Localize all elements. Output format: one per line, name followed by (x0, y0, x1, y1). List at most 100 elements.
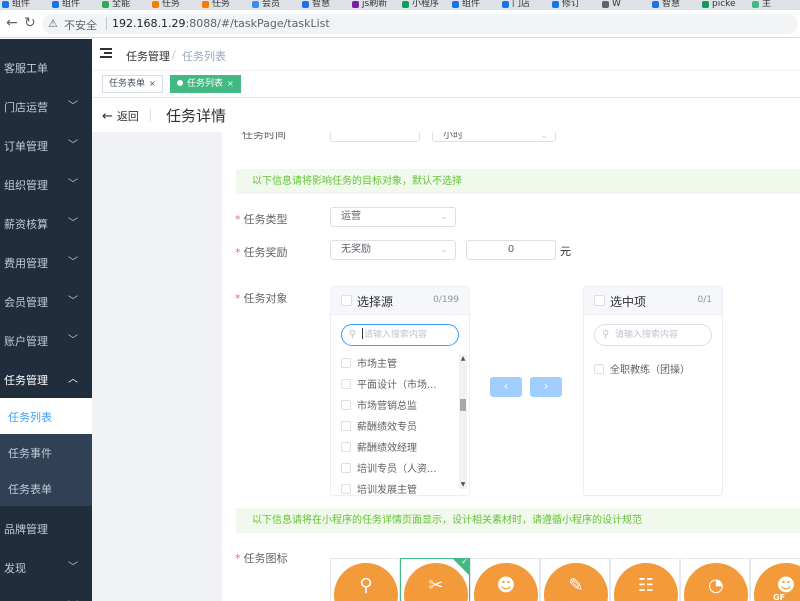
source-list-scrollbar[interactable]: ▲ ▼ (459, 355, 467, 489)
icon-option[interactable]: ✂ ✓ (400, 558, 470, 601)
target-search-input[interactable]: ⚲ 请输入搜索内容 (594, 324, 712, 346)
browser-tab[interactable]: picke (702, 0, 750, 10)
browser-tab[interactable]: 任务 (202, 0, 250, 10)
sidebar-item[interactable]: 费用管理 ﹀ (0, 242, 92, 281)
sidebar-item[interactable]: 品牌管理 (0, 508, 92, 547)
sidebar-item[interactable]: 商品管理﹀ (0, 586, 92, 601)
chevron-down-icon: ﹀ (68, 179, 78, 190)
scroll-up-icon[interactable]: ▲ (459, 355, 467, 363)
list-item-checkbox[interactable] (341, 400, 351, 410)
list-item[interactable]: 薪酬绩效经理 (341, 439, 417, 460)
list-item-checkbox[interactable] (341, 442, 351, 452)
tab-favicon-icon (52, 1, 59, 8)
move-right-button[interactable]: › (530, 377, 562, 397)
chevron-down-icon: ﹀ (68, 218, 78, 229)
url-omnibox[interactable]: ⚠ 不安全 192.168.1.29:8088/#/taskPage/taskL… (42, 14, 798, 34)
list-item-checkbox[interactable] (341, 358, 351, 368)
list-item-checkbox[interactable] (341, 379, 351, 389)
source-select-all-checkbox[interactable] (341, 295, 352, 306)
browser-tab[interactable]: 主 (752, 0, 800, 10)
close-icon[interactable]: × (149, 79, 156, 88)
sidebar-item[interactable]: 客服工单 (0, 47, 92, 86)
browser-tab-label: 小程序 (412, 0, 440, 9)
sidebar-item[interactable]: 组织管理 ﹀ (0, 164, 92, 203)
browser-tab[interactable]: 任务 (152, 0, 200, 10)
browser-tab[interactable]: 智慧 (302, 0, 350, 10)
tools-person-icon: ✂ (428, 575, 444, 596)
browser-tab[interactable]: 组件 (52, 0, 100, 10)
sidebar-subitem[interactable]: 任务列表 (0, 398, 92, 434)
breadcrumb-root[interactable]: 任务管理 (126, 48, 170, 64)
list-item-checkbox[interactable] (341, 463, 351, 473)
browser-tab[interactable]: 智慧 (652, 0, 700, 10)
tags-view-item[interactable]: 任务列表 × (170, 75, 241, 93)
browser-tab[interactable]: 全能 (102, 0, 150, 10)
scroll-thumb[interactable] (460, 399, 466, 411)
browser-tab-label: 组件 (462, 0, 481, 9)
list-item-checkbox[interactable] (341, 484, 351, 494)
list-item-checkbox[interactable] (594, 364, 604, 374)
browser-tab[interactable]: 会员 (252, 0, 300, 10)
browser-tab-label: W (612, 0, 621, 9)
sidebar-item-label: 费用管理 (4, 257, 48, 270)
move-left-button[interactable]: ‹ (490, 377, 522, 397)
icon-option[interactable]: ☷ (610, 558, 680, 601)
back-arrow-icon[interactable]: ← (6, 15, 18, 31)
browser-tab[interactable]: 组件 (452, 0, 500, 10)
active-dot-icon (177, 80, 183, 86)
chevron-down-icon: ﹀ (68, 296, 78, 307)
list-item[interactable]: 培训专员（人资... (341, 460, 437, 481)
sidebar-item-label: 客服工单 (4, 62, 48, 75)
target-select-all-checkbox[interactable] (594, 295, 605, 306)
back-button[interactable]: ← 返回 (102, 108, 139, 124)
list-item-checkbox[interactable] (341, 421, 351, 431)
icon-option[interactable]: ◔ (680, 558, 750, 601)
source-search-input[interactable]: ⚲ 请输入搜索内容 (341, 324, 459, 346)
browser-tab[interactable]: 修订 (552, 0, 600, 10)
sidebar-item[interactable]: 账户管理 ﹀ (0, 320, 92, 359)
task-time-unit-select[interactable]: 小时 ⌄ (432, 132, 556, 142)
browser-tab[interactable]: 小程序 (402, 0, 450, 10)
tags-view-item[interactable]: 任务表单 × (102, 75, 163, 93)
sidebar-subitem[interactable]: 任务表单 (0, 470, 92, 506)
list-item[interactable]: 平面设计（市场... (341, 376, 437, 397)
scroll-down-icon[interactable]: ▼ (459, 481, 467, 489)
sidebar-item[interactable]: 薪资核算 ﹀ (0, 203, 92, 242)
task-type-select[interactable]: 运营 ⌄ (330, 207, 456, 227)
sidebar-item[interactable]: 会员管理 ﹀ (0, 281, 92, 320)
transfer-target-panel: 选中项 0/1 ⚲ 请输入搜索内容 全职教练（团操） (583, 286, 723, 496)
browser-tab-label: 门店 (512, 0, 531, 9)
sidebar-subitem-label: 任务事件 (8, 447, 52, 460)
list-item[interactable]: 全职教练（团操） (594, 361, 690, 382)
list-item[interactable]: 市场营销总监 (341, 397, 417, 418)
browser-tab[interactable]: 门店 (502, 0, 550, 10)
sidebar-item[interactable]: 门店运营 ﹀ (0, 86, 92, 125)
task-reward-label: * 任务奖励 (235, 246, 288, 259)
tab-favicon-icon (652, 1, 659, 8)
reward-amount-input[interactable]: 0 (466, 240, 556, 260)
icon-option[interactable]: ✎ (540, 558, 610, 601)
task-time-input[interactable] (330, 132, 420, 142)
browser-tab[interactable]: 组件 (2, 0, 50, 10)
browser-tab[interactable]: js刷新 (352, 0, 400, 10)
tab-favicon-icon (302, 1, 309, 8)
task-time-label: 任务时间 (242, 132, 286, 141)
search-icon: ⚲ (602, 329, 610, 340)
sidebar-item[interactable]: 订单管理 ﹀ (0, 125, 92, 164)
list-item[interactable]: 市场主管 (341, 355, 397, 376)
source-panel-title: 选择源 (357, 295, 394, 309)
sidebar-item[interactable]: 发现 ﹀ (0, 547, 92, 586)
icon-option[interactable]: ☻ GF (750, 558, 800, 601)
list-item[interactable]: 培训发展主管 (341, 481, 417, 502)
task-reward-select[interactable]: 无奖励 ⌄ (330, 240, 456, 260)
close-icon[interactable]: × (227, 79, 234, 88)
browser-tab[interactable]: W (602, 0, 650, 10)
hamburger-icon[interactable] (100, 48, 112, 59)
sidebar-item[interactable]: 任务管理 ︿ (0, 359, 92, 398)
icon-option[interactable]: ⚲ (330, 558, 400, 601)
source-panel-header: 选择源 0/199 (331, 287, 469, 315)
sidebar-subitem[interactable]: 任务事件 (0, 434, 92, 470)
list-item[interactable]: 薪酬绩效专员 (341, 418, 417, 439)
icon-option[interactable]: ☻ (470, 558, 540, 601)
reload-icon[interactable]: ↻ (24, 15, 36, 31)
